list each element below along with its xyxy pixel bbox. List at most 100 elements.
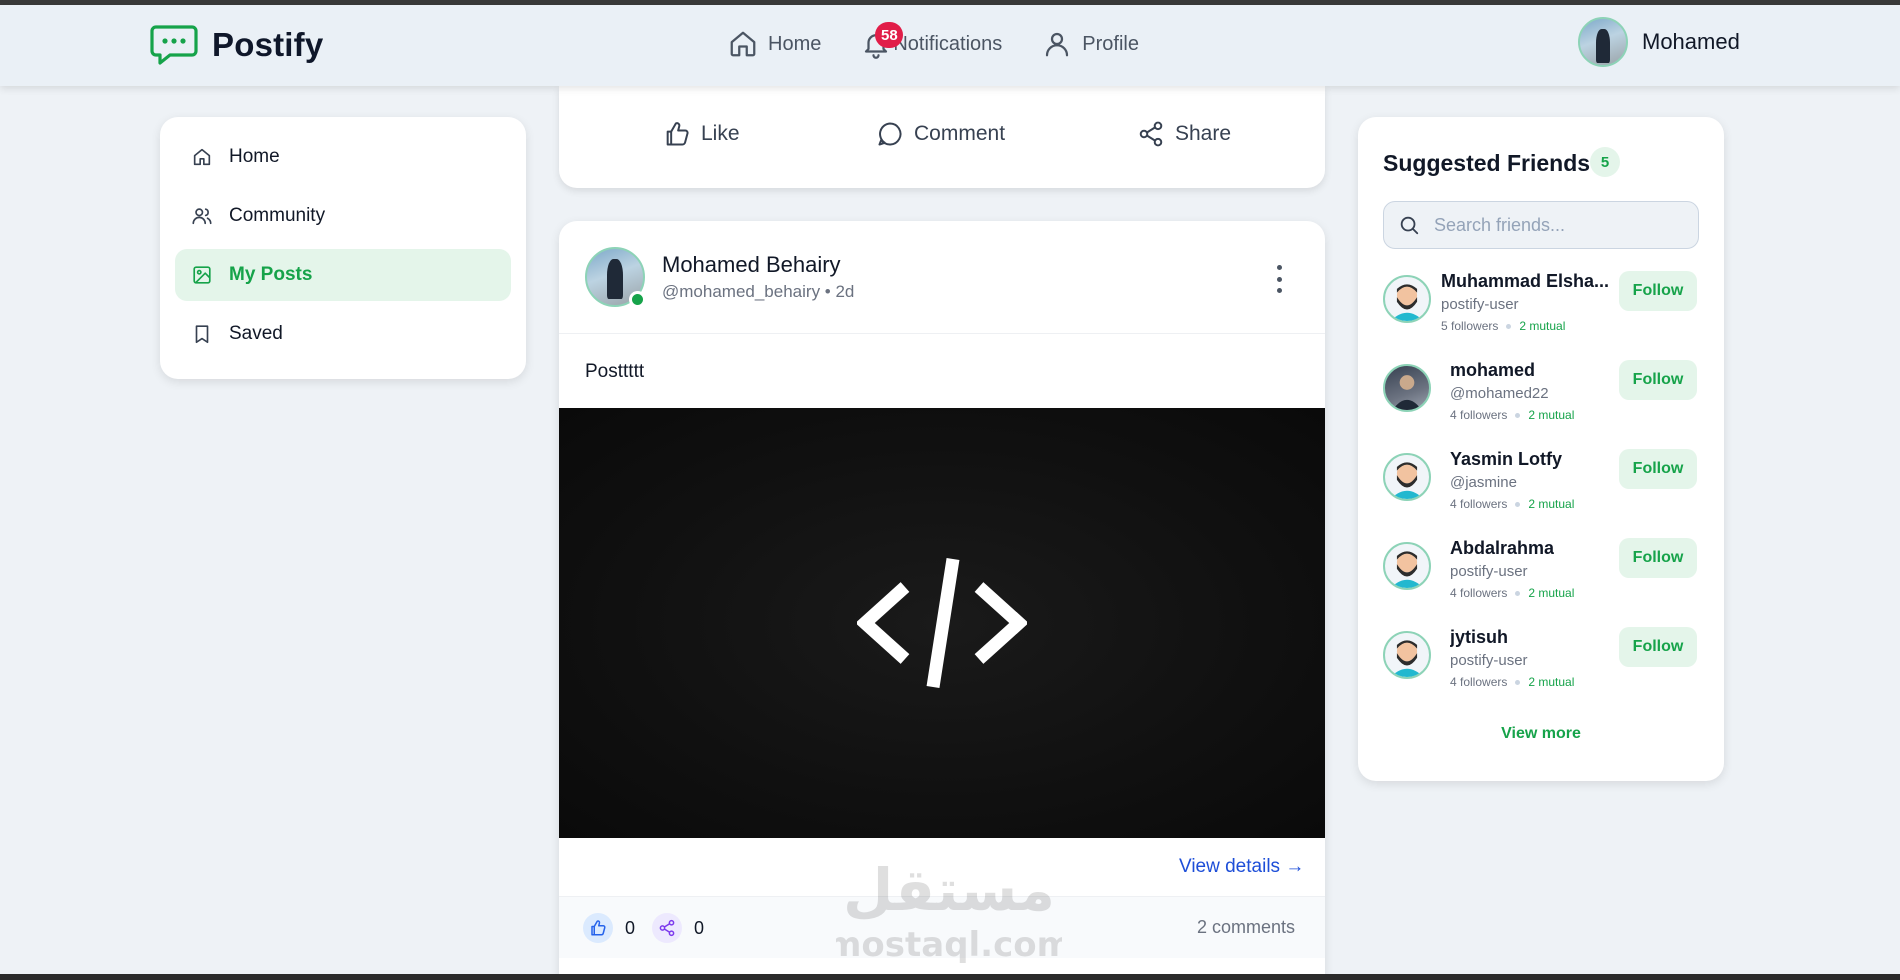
topnav-profile[interactable]: Profile [1042,29,1139,59]
friend-stats: 4 followers 2 mutual [1450,408,1574,422]
post-header: Mohamed Behairy @mohamed_behairy • 2d [559,221,1325,334]
follow-button[interactable]: Follow [1619,360,1697,400]
comment-icon [878,122,902,146]
user-avatar [1578,17,1628,67]
friend-search[interactable] [1383,201,1699,249]
like-button[interactable]: Like [663,120,740,148]
friend-followers: 4 followers [1450,586,1508,600]
cartoon-avatar-icon [1390,284,1424,321]
friend-mutual: 2 mutual [1528,497,1575,511]
follow-button[interactable]: Follow [1619,449,1697,489]
friend-stats: 4 followers 2 mutual [1450,586,1574,600]
follow-button[interactable]: Follow [1619,627,1697,667]
brand-name: Postify [212,26,324,63]
friend-row: Muhammad Elsha... postify-user 5 followe… [1383,271,1699,351]
topnav-home[interactable]: Home [728,29,821,59]
sidebar-item-community[interactable]: Community [175,190,511,242]
sidebar-item-label: Saved [229,323,283,344]
comment-label: Comment [914,122,1006,145]
top-nav: Home 58 Notifications Profile [728,22,1179,59]
person-photo-icon [1392,375,1422,410]
user-name: Mohamed [1642,29,1740,54]
friend-handle: @mohamed22 [1450,385,1549,402]
sidebar-item-label: My Posts [229,264,313,285]
post-image[interactable] [559,408,1325,838]
share-label: Share [1175,122,1232,145]
comment-button[interactable]: Comment [876,120,1005,148]
user-menu[interactable]: Mohamed [1578,17,1740,67]
friend-stats: 5 followers 2 mutual [1441,319,1565,333]
friend-avatar[interactable] [1383,453,1431,501]
cartoon-avatar-icon [1390,640,1424,677]
sidebar-item-saved[interactable]: Saved [175,308,511,360]
users-icon [192,208,212,225]
comments-count[interactable]: 2 comments [1197,917,1295,938]
friend-mutual: 2 mutual [1519,319,1566,333]
window-frame-bottom [0,974,1900,980]
share-icon [659,919,675,937]
friend-followers: 4 followers [1450,408,1508,422]
topnav-notifications-label: Notifications [893,32,1003,55]
post-text: Posttttt [585,361,645,382]
friend-name[interactable]: Muhammad Elsha... [1441,271,1609,292]
code-icon [857,557,1027,689]
share-button[interactable]: Share [1137,120,1231,148]
friend-avatar[interactable] [1383,275,1431,323]
thumbs-up-icon [666,122,689,146]
like-count[interactable]: 0 [583,913,635,943]
friend-search-input[interactable] [1434,214,1694,236]
previous-post-actions: Like Comment Share [559,86,1325,188]
sidebar-item-label: Community [229,205,326,226]
post-options-icon[interactable] [1269,265,1289,293]
friend-mutual: 2 mutual [1528,675,1575,689]
watermark-latin: mostaql.com [836,925,1062,964]
like-label: Like [701,122,740,145]
friend-avatar[interactable] [1383,631,1431,679]
home-icon [193,148,211,166]
friend-handle: postify-user [1441,296,1519,313]
user-icon [1046,32,1069,57]
sidebar-item-my-posts[interactable]: My Posts [175,249,511,301]
online-status-dot [629,291,646,308]
friend-name[interactable]: jytisuh [1450,627,1508,648]
friend-followers: 4 followers [1450,675,1508,689]
friend-row: jytisuh postify-user 4 followers 2 mutual… [1383,627,1699,707]
notification-badge: 58 [875,22,904,48]
friend-row: Yasmin Lotfy @jasmine 4 followers 2 mutua… [1383,449,1699,529]
friend-stats: 4 followers 2 mutual [1450,497,1574,511]
cartoon-avatar-icon [1390,551,1424,588]
friend-stats: 4 followers 2 mutual [1450,675,1574,689]
friend-name[interactable]: mohamed [1450,360,1535,381]
post-author-name[interactable]: Mohamed Behairy [662,252,841,278]
thumbs-up-icon [591,920,606,936]
friend-mutual: 2 mutual [1528,586,1575,600]
suggested-friends-card: Suggested Friends 5 Muhammad Elsha... po… [1358,117,1724,781]
suggested-count-badge: 5 [1590,147,1620,177]
like-count-value: 0 [625,917,636,938]
friend-avatar[interactable] [1383,542,1431,590]
share-count-value: 0 [694,917,705,938]
friend-avatar[interactable] [1383,364,1431,412]
bookmark-icon [195,325,209,344]
friend-followers: 5 followers [1441,319,1499,333]
view-details-link[interactable]: View details → [1179,856,1304,878]
sidebar-item-home[interactable]: Home [175,131,511,183]
friend-mutual: 2 mutual [1528,408,1575,422]
share-count[interactable]: 0 [652,913,704,943]
view-more-link[interactable]: View more [1358,725,1724,743]
friend-row: mohamed @mohamed22 4 followers 2 mutual F… [1383,360,1699,440]
cartoon-avatar-icon [1390,462,1424,499]
follow-button[interactable]: Follow [1619,271,1697,311]
brand[interactable]: Postify [150,23,323,67]
topnav-profile-label: Profile [1082,32,1139,55]
suggested-friends-title: Suggested Friends [1383,150,1591,176]
friend-followers: 4 followers [1450,497,1508,511]
topnav-home-label: Home [768,32,822,55]
follow-button[interactable]: Follow [1619,538,1697,578]
left-sidebar: Home Community My Posts Saved [160,117,526,379]
search-icon [1400,216,1419,235]
watermark-logo: مستقل mostaql.com [836,858,1062,964]
topnav-notifications[interactable]: 58 Notifications [861,22,1003,59]
friend-name[interactable]: Abdalrahma [1450,538,1554,559]
friend-name[interactable]: Yasmin Lotfy [1450,449,1562,470]
